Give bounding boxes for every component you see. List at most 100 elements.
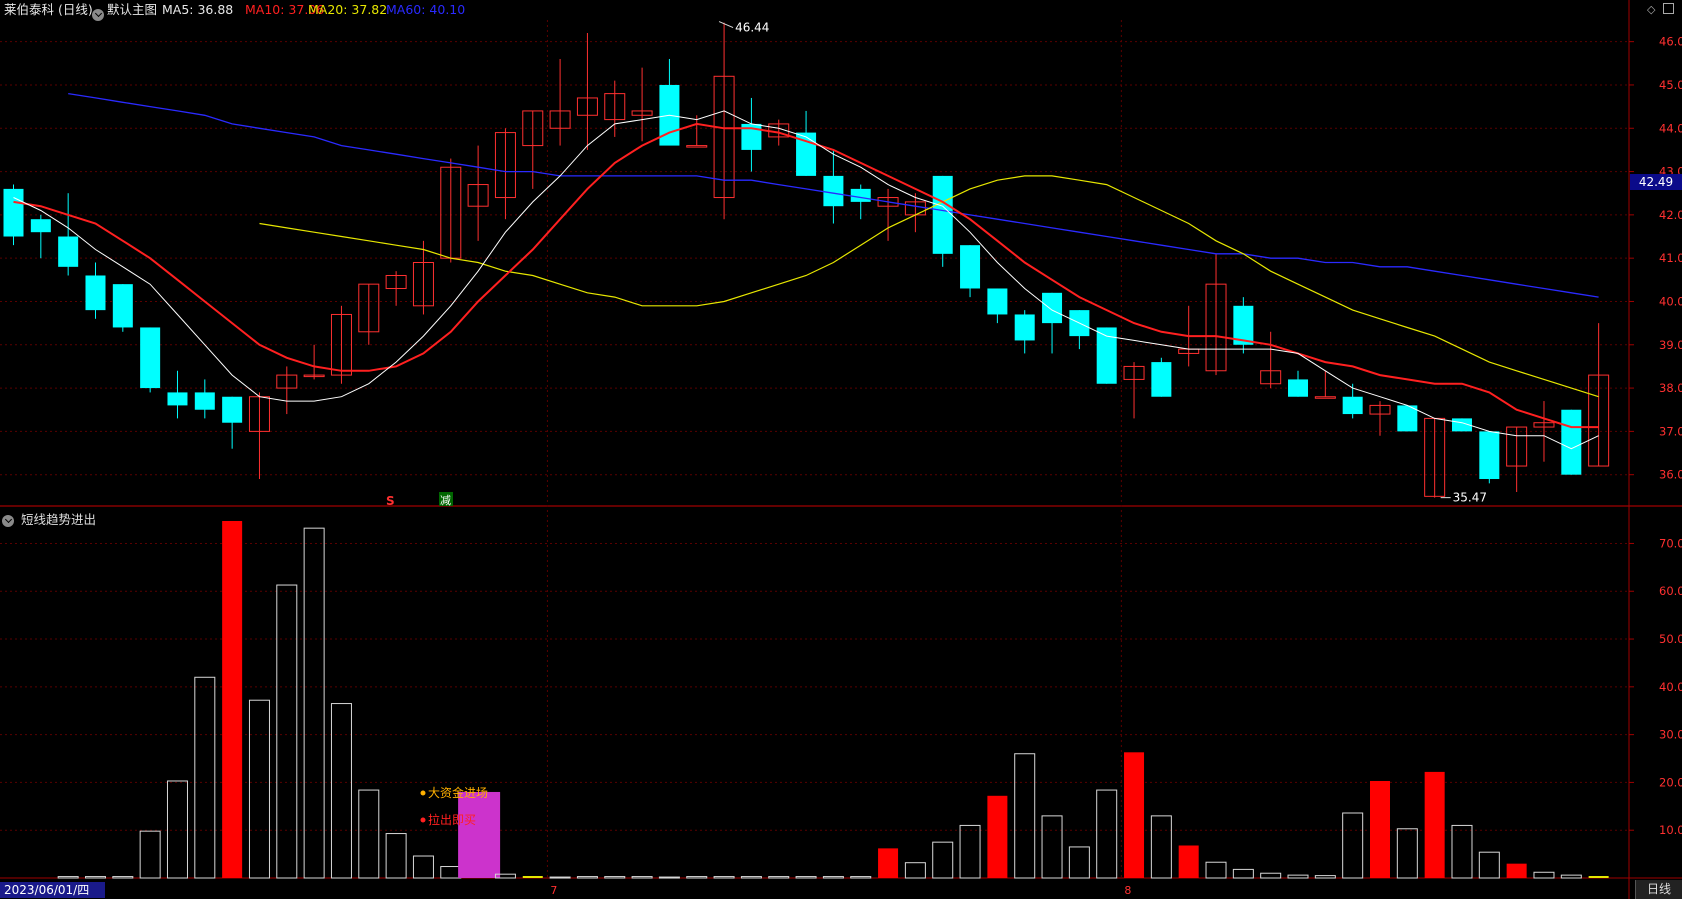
price-tick-label: 42.00 — [1659, 208, 1682, 222]
indicator-bar-red — [878, 848, 899, 878]
indicator-bar-yellow — [522, 876, 543, 878]
candle-down — [85, 275, 106, 311]
indicator-header: 短线趋势进出 — [2, 509, 96, 528]
indicator-bar-hollow — [1314, 875, 1336, 879]
indicator-bar-signal — [458, 791, 501, 878]
price-tick-label: 41.00 — [1659, 251, 1682, 265]
candle-down — [932, 175, 953, 254]
candle-down — [987, 288, 1008, 315]
price-tick-label: 46.00 — [1659, 35, 1682, 49]
indicator-bar-hollow — [248, 699, 270, 879]
indicator-bar-hollow — [440, 866, 462, 879]
price-tick-label: 40.00 — [1659, 294, 1682, 308]
signal-label-buy: 拉出即买 — [428, 812, 476, 827]
indicator-bar-hollow — [276, 584, 298, 879]
indicator-bar-hollow — [822, 876, 844, 879]
candle-down — [1342, 396, 1363, 415]
indicator-tick-label: 30.00 — [1659, 728, 1682, 742]
signal-label-big-money: 大资金进场 — [428, 785, 488, 800]
indicator-bar-hollow — [194, 676, 216, 879]
indicator-bar-hollow — [740, 876, 762, 879]
indicator-bar-hollow — [1014, 753, 1036, 879]
indicator-bar-hollow — [1260, 872, 1282, 879]
indicator-bar-hollow — [1451, 824, 1473, 879]
indicator-bar-hollow — [1560, 874, 1582, 879]
price-tick-label: 37.00 — [1659, 424, 1682, 438]
indicator-title[interactable]: 短线趋势进出 — [21, 512, 96, 527]
high-pointer — [718, 21, 734, 29]
indicator-bar-hollow — [549, 876, 571, 879]
indicator-bar-hollow — [358, 789, 380, 879]
period-button[interactable]: 日线 — [1635, 880, 1682, 899]
candle-down — [1014, 314, 1035, 341]
indicator-bar-hollow — [768, 876, 790, 879]
indicator-bar-red — [1424, 771, 1445, 878]
candle-down — [1288, 379, 1309, 397]
indicator-bar-red — [1178, 845, 1199, 878]
indicator-bar-hollow — [139, 830, 161, 879]
indicator-bar-hollow — [904, 862, 926, 879]
candle-down — [222, 396, 243, 423]
sell-marker-s: S — [386, 494, 395, 508]
price-tick-label: 39.00 — [1659, 338, 1682, 352]
indicator-bar-hollow — [932, 841, 954, 879]
indicator-bar-hollow — [1041, 815, 1063, 879]
indicator-bar-hollow — [385, 833, 407, 879]
indicator-bar-hollow — [959, 824, 981, 879]
high-annotation: 46.44 — [735, 21, 769, 35]
candle-down — [30, 219, 51, 233]
indicator-bar-hollow — [658, 876, 680, 879]
cursor-date: 2023/06/01/四 — [0, 882, 105, 898]
candle-up — [1314, 396, 1336, 399]
indicator-bar-hollow — [576, 876, 598, 879]
price-tick-label: 38.00 — [1659, 381, 1682, 395]
candle-down — [1561, 409, 1582, 475]
indicator-bar-hollow — [850, 876, 872, 879]
candle-down — [1479, 431, 1500, 480]
indicator-bar-red — [987, 795, 1008, 878]
indicator-bar-hollow — [713, 876, 735, 879]
indicator-bar-red — [1370, 780, 1390, 878]
indicator-tick-label: 70.00 — [1659, 536, 1682, 550]
signal-dot-1 — [420, 790, 426, 796]
indicator-tick-label: 10.00 — [1659, 823, 1682, 837]
indicator-tick-label: 20.00 — [1659, 775, 1682, 789]
candle-down — [1042, 292, 1063, 324]
price-tick-label: 45.00 — [1659, 78, 1682, 92]
candle-down — [3, 188, 24, 237]
candle-down — [823, 175, 844, 207]
month-label: 7 — [550, 884, 557, 897]
indicator-bar-hollow — [1096, 789, 1118, 879]
price-tick-label: 36.00 — [1659, 468, 1682, 482]
indicator-bar-hollow — [1478, 851, 1500, 879]
reduce-marker: 减 — [440, 494, 451, 507]
candle-down — [112, 284, 133, 328]
price-tick-label: 44.00 — [1659, 121, 1682, 135]
indicator-bar-hollow — [1342, 812, 1364, 879]
indicator-bar-hollow — [1205, 861, 1227, 879]
indicator-tick-label: 40.00 — [1659, 680, 1682, 694]
candle-down — [960, 245, 981, 289]
indicator-bar-red — [1124, 752, 1145, 878]
indicator-bar-hollow — [166, 780, 188, 879]
low-annotation: 35.47 — [1453, 491, 1487, 505]
indicator-tick-label: 60.00 — [1659, 584, 1682, 598]
indicator-bar-hollow — [1150, 815, 1172, 879]
indicator-bar-hollow — [57, 876, 79, 879]
indicator-bar-hollow — [1068, 846, 1090, 879]
chevron-down-icon[interactable] — [2, 512, 14, 527]
indicator-bar-hollow — [1232, 868, 1254, 879]
indicator-bar-yellow — [1588, 876, 1609, 878]
indicator-bar-red — [222, 520, 243, 878]
indicator-tick-label: 50.00 — [1659, 632, 1682, 646]
indicator-bar-red — [1506, 863, 1527, 878]
indicator-bar-hollow — [303, 527, 325, 879]
candle-down — [140, 327, 161, 389]
indicator-bar-hollow — [1396, 828, 1418, 879]
month-label: 8 — [1124, 884, 1131, 897]
price-chart[interactable]: 46.0045.0044.0043.0042.0041.0040.0039.00… — [0, 0, 1682, 899]
signal-dot-2 — [420, 817, 426, 823]
candle-down — [1397, 405, 1418, 432]
indicator-bar-hollow — [412, 855, 434, 879]
indicator-bar-hollow — [1533, 871, 1555, 879]
